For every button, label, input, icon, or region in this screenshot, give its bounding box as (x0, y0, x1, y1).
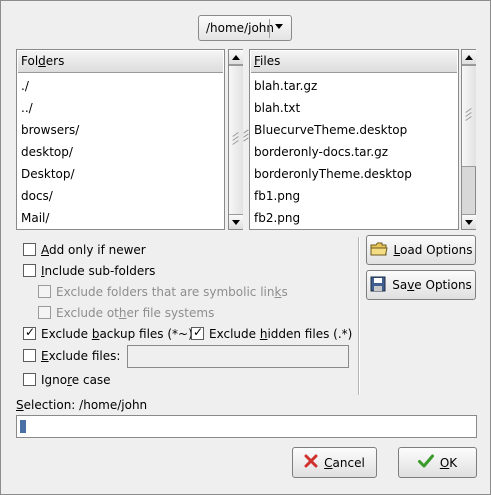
scroll-down-button[interactable] (229, 214, 243, 229)
exclude-files-input[interactable] (127, 345, 349, 368)
file-item[interactable]: fb2.png (254, 209, 456, 229)
scroll-up-button[interactable] (229, 50, 243, 65)
folder-item[interactable]: browsers/ (21, 121, 222, 143)
arrow-down-icon (465, 220, 473, 225)
checkbox-box[interactable] (38, 306, 51, 319)
path-dropdown-value: /home/john (206, 21, 274, 35)
grip-line (232, 140, 239, 145)
path-dropdown-separator (269, 19, 270, 38)
scroll-thumb[interactable] (462, 65, 476, 167)
load-options-button[interactable]: Load Options (366, 235, 476, 265)
folder-item[interactable]: Desktop/ (21, 165, 222, 187)
file-item[interactable]: blah.txt (254, 99, 456, 121)
scroll-up-button[interactable] (462, 50, 476, 65)
close-icon (304, 454, 318, 471)
files-list[interactable]: Files blah.tar.gz blah.txt BluecurveThem… (249, 49, 459, 230)
file-selection-dialog: /home/john Folders ./ ../ browsers/ desk… (0, 0, 491, 495)
file-item[interactable]: BluecurveTheme.desktop (254, 121, 456, 143)
arrow-down-icon (232, 220, 240, 225)
exclude-hidden-files-checkbox[interactable]: ✓ Exclude hidden files (.*) (191, 325, 352, 344)
save-options-button[interactable]: Save Options (366, 270, 476, 300)
grip-line (465, 116, 472, 121)
checkbox-box[interactable] (23, 243, 36, 256)
file-item[interactable]: blah.tar.gz (254, 77, 456, 99)
files-scrollbar[interactable] (461, 49, 476, 230)
cancel-label: Cancel (324, 455, 365, 470)
file-item[interactable]: borderonly-docs.tar.gz (254, 143, 456, 165)
files-header-label: Files (254, 54, 281, 68)
load-options-label: Load Options (393, 243, 473, 257)
folders-list[interactable]: Folders ./ ../ browsers/ desktop/ Deskto… (16, 49, 225, 230)
selection-label: Selection: /home/john (16, 398, 148, 412)
folder-icon (370, 242, 388, 259)
scroll-down-button[interactable] (462, 214, 476, 229)
floppy-save-icon (370, 276, 386, 295)
include-sub-folders-checkbox[interactable]: Include sub-folders (23, 263, 155, 281)
arrow-up-icon (232, 55, 240, 60)
checkbox-box[interactable]: ✓ (191, 325, 204, 340)
scroll-thumb[interactable] (229, 65, 243, 215)
file-item[interactable]: fb1.png (254, 187, 456, 209)
check-icon: ✓ (25, 325, 36, 339)
folders-column-header[interactable]: Folders (18, 51, 223, 73)
folder-item[interactable]: ./ (21, 77, 222, 99)
folder-item[interactable]: docs/ (21, 187, 222, 209)
exclude-backup-files-checkbox[interactable]: ✓ Exclude backup files (*~) (23, 325, 193, 344)
chevron-down-icon (275, 24, 283, 29)
folders-scrollbar[interactable] (228, 49, 243, 230)
ok-button[interactable]: OK (398, 447, 477, 478)
ok-label: OK (439, 455, 458, 470)
folder-item[interactable]: desktop/ (21, 143, 222, 165)
checkbox-box[interactable]: ✓ (23, 325, 36, 340)
add-only-if-newer-checkbox[interactable]: Add only if newer (23, 242, 146, 260)
checkbox-box[interactable] (23, 264, 36, 277)
folders-header-label: Folders (21, 54, 65, 68)
exclude-other-file-systems-checkbox[interactable]: Exclude other file systems (38, 305, 214, 323)
exclude-files-checkbox[interactable]: Exclude files: (23, 348, 120, 366)
options-separator (358, 237, 360, 395)
checkbox-box[interactable] (23, 349, 36, 362)
check-icon: ✓ (193, 325, 204, 339)
save-options-label: Save Options (392, 278, 472, 292)
ignore-case-checkbox[interactable]: Ignore case (23, 372, 111, 390)
text-cursor (20, 420, 26, 433)
selection-input[interactable] (16, 415, 477, 438)
checkbox-box[interactable] (38, 285, 51, 298)
folder-item[interactable]: Mail/ (21, 209, 222, 229)
checkmark-icon (417, 454, 434, 471)
path-dropdown[interactable]: /home/john (198, 15, 292, 41)
checkbox-box[interactable] (23, 373, 36, 386)
cancel-button[interactable]: Cancel (292, 447, 377, 478)
exclude-symbolic-links-checkbox[interactable]: Exclude folders that are symbolic links (38, 284, 288, 302)
files-column-header[interactable]: Files (251, 51, 457, 73)
folder-item[interactable]: ../ (21, 99, 222, 121)
file-item[interactable]: borderonlyTheme.desktop (254, 165, 456, 187)
arrow-up-icon (465, 55, 473, 60)
